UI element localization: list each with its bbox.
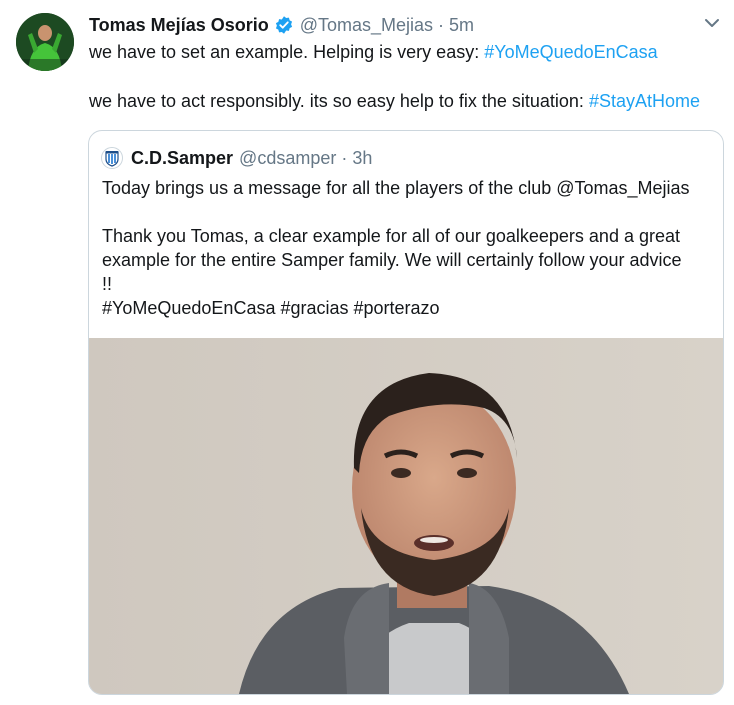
author-handle[interactable]: @Tomas_Mejias	[300, 12, 433, 38]
quoted-tweet[interactable]: C.D.Samper @cdsamper · 3h Today brings u…	[88, 130, 724, 695]
hashtag-link[interactable]: #YoMeQuedoEnCasa	[484, 42, 657, 62]
quoted-text-line: !!	[102, 274, 113, 294]
author-avatar[interactable]	[16, 13, 74, 71]
quoted-hashtags[interactable]: #YoMeQuedoEnCasa #gracias #porterazo	[102, 296, 440, 320]
quoted-timestamp[interactable]: 3h	[352, 148, 372, 169]
quoted-text-line: example for the entire Samper family. We…	[102, 250, 682, 270]
tweet-header: Tomas Mejías Osorio @Tomas_Mejias · 5m	[89, 12, 474, 38]
tweet-text-line-2: we have to act responsibly. its so easy …	[89, 89, 700, 113]
tweet-text: we have to set an example. Helping is ve…	[89, 42, 485, 62]
tweet-timestamp[interactable]: 5m	[449, 12, 474, 38]
quoted-tweet-header: C.D.Samper @cdsamper · 3h	[101, 145, 372, 171]
quoted-text-line: Today brings us a message for all the pl…	[102, 178, 690, 198]
tweet-text-line-1: we have to set an example. Helping is ve…	[89, 40, 658, 64]
club-crest-avatar[interactable]	[101, 147, 123, 169]
quoted-video-media[interactable]	[89, 338, 723, 694]
quoted-text-line: Thank you Tomas, a clear example for all…	[102, 226, 680, 246]
verified-badge-icon	[274, 15, 294, 35]
separator-dot: ·	[341, 147, 348, 168]
quoted-author-name[interactable]: C.D.Samper	[131, 148, 233, 169]
quoted-author-handle[interactable]: @cdsamper	[239, 148, 336, 169]
chevron-down-icon[interactable]	[702, 13, 722, 33]
author-name[interactable]: Tomas Mejías Osorio	[89, 12, 269, 38]
tweet[interactable]: Tomas Mejías Osorio @Tomas_Mejias · 5m w…	[0, 0, 734, 705]
hashtag-link[interactable]: #StayAtHome	[589, 91, 700, 111]
separator-dot: ·	[438, 15, 445, 35]
tweet-text: we have to act responsibly. its so easy …	[89, 91, 589, 111]
